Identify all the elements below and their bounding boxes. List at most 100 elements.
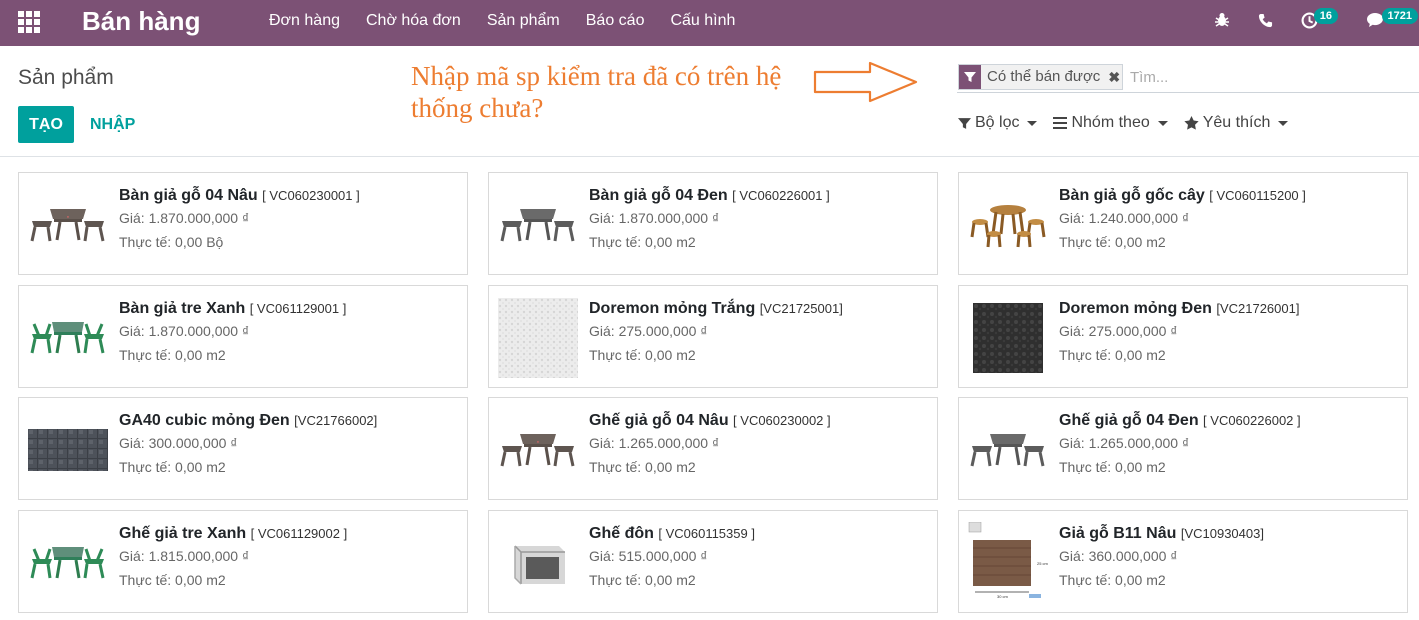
star-icon (1184, 116, 1199, 130)
product-name: Bàn giả gỗ gốc cây (1059, 187, 1205, 204)
top-navbar: Bán hàng Đơn hàng Chờ hóa đơn Sản phẩm B… (0, 0, 1419, 46)
product-name: Giả gỗ B11 Nâu (1059, 525, 1177, 542)
product-qty: Thực tế: 0,00 m2 (1059, 234, 1166, 250)
product-qty: Thực tế: 0,00 m2 (1059, 459, 1166, 475)
messages-badge: 1721 (1381, 8, 1418, 24)
product-title: Ghế giả tre Xanh [ VC061129002 ] (119, 525, 347, 543)
apps-menu-icon[interactable] (18, 11, 40, 33)
product-code: [VC21726001] (1216, 301, 1300, 316)
product-qty: Thực tế: 0,00 m2 (119, 347, 226, 363)
product-name: Doremon mỏng Đen (1059, 300, 1212, 317)
menu-item-products[interactable]: Sản phẩm (474, 0, 573, 46)
product-price: Giá: 1.815.000,000 ₫ (119, 548, 250, 564)
search-facet: Có thể bán được ✖ (958, 64, 1124, 90)
product-card[interactable]: Ghế đôn [ VC060115359 ] Giá: 515.000,000 … (488, 510, 938, 613)
remove-facet-icon[interactable]: ✖ (1106, 65, 1122, 89)
product-image: ● (497, 410, 579, 490)
product-card[interactable]: Bàn giả tre Xanh [ VC061129001 ] Giá: 1.8… (18, 285, 468, 388)
product-card[interactable]: GA40 cubic mỏng Đen [VC21766002] Giá: 300… (18, 397, 468, 500)
menu-item-to-invoice[interactable]: Chờ hóa đơn (353, 0, 474, 46)
product-name: Ghế đôn (589, 525, 654, 542)
menu-item-orders[interactable]: Đơn hàng (256, 0, 353, 46)
product-price: Giá: 1.265.000,000 ₫ (589, 435, 720, 451)
product-card[interactable]: Doremon mỏng Đen [VC21726001] Giá: 275.00… (958, 285, 1408, 388)
phone-icon[interactable] (1255, 10, 1275, 30)
product-code: [ VC060115200 ] (1209, 188, 1306, 203)
product-qty: Thực tế: 0,00 Bộ (119, 234, 224, 250)
product-title: Doremon mỏng Trắng [VC21725001] (589, 300, 843, 318)
product-name: Bàn giả gỗ 04 Nâu (119, 187, 258, 204)
product-title: Ghế giả gỗ 04 Đen [ VC060226002 ] (1059, 412, 1301, 430)
product-qty: Thực tế: 0,00 m2 (119, 459, 226, 475)
filters-label: Bộ lọc (975, 114, 1020, 131)
product-code: [VC21725001] (759, 301, 843, 316)
product-qty: Thực tế: 0,00 m2 (1059, 347, 1166, 363)
product-name: GA40 cubic mỏng Đen (119, 412, 290, 429)
product-name: Ghế giả gỗ 04 Nâu (589, 412, 729, 429)
product-name: Ghế giả tre Xanh (119, 525, 247, 542)
search-bar: Có thể bán được ✖ (957, 61, 1419, 93)
create-button[interactable]: TẠO (18, 106, 74, 143)
product-card[interactable]: Bàn giả gỗ 04 Đen [ VC060226001 ] Giá: 1.… (488, 172, 938, 275)
main-menu: Đơn hàng Chờ hóa đơn Sản phẩm Báo cáo Cấ… (256, 0, 748, 46)
product-qty: Thực tế: 0,00 m2 (589, 459, 696, 475)
product-qty: Thực tế: 0,00 m2 (589, 347, 696, 363)
product-title: Bàn giả gỗ 04 Nâu [ VC060230001 ] (119, 187, 360, 205)
product-card[interactable]: Bàn giả gỗ gốc cây [ VC060115200 ] Giá: 1… (958, 172, 1408, 275)
app-title[interactable]: Bán hàng (82, 6, 200, 37)
group-by-label: Nhóm theo (1071, 114, 1150, 131)
product-title: Bàn giả gỗ 04 Đen [ VC060226001 ] (589, 187, 830, 205)
favorites-label: Yêu thích (1202, 114, 1271, 131)
caret-down-icon (1278, 120, 1289, 126)
product-code: [ VC060230001 ] (262, 188, 360, 203)
search-input[interactable] (1130, 65, 1415, 89)
import-button[interactable]: NHẬP (90, 106, 135, 143)
product-image (967, 410, 1049, 490)
product-name: Bàn giả gỗ 04 Đen (589, 187, 728, 204)
product-image: ● (27, 185, 109, 265)
product-image (27, 410, 109, 490)
favorites-dropdown[interactable]: Yêu thích (1184, 114, 1289, 132)
product-price: Giá: 1.265.000,000 ₫ (1059, 435, 1190, 451)
group-by-dropdown[interactable]: Nhóm theo (1053, 114, 1168, 132)
product-code: [VC21766002] (294, 413, 378, 428)
product-title: GA40 cubic mỏng Đen [VC21766002] (119, 412, 377, 430)
product-image (497, 298, 579, 378)
breadcrumb: Sản phẩm (18, 66, 114, 89)
product-price: Giá: 515.000,000 ₫ (589, 548, 708, 564)
filter-icon (959, 65, 981, 89)
product-card[interactable]: Doremon mỏng Trắng [VC21725001] Giá: 275.… (488, 285, 938, 388)
product-price: Giá: 1.240.000,000 ₫ (1059, 210, 1190, 226)
product-card[interactable]: Ghế giả gỗ 04 Đen [ VC060226002 ] Giá: 1.… (958, 397, 1408, 500)
product-qty: Thực tế: 0,00 m2 (1059, 572, 1166, 588)
product-title: Ghế đôn [ VC060115359 ] (589, 525, 755, 543)
product-title: Bàn giả tre Xanh [ VC061129001 ] (119, 300, 346, 318)
product-price: Giá: 1.870.000,000 ₫ (589, 210, 720, 226)
facet-label: Có thể bán được (987, 68, 1101, 85)
product-code: [ VC060226002 ] (1203, 413, 1301, 428)
product-code: [ VC060115359 ] (658, 526, 755, 541)
product-image: 25 cm 30 cm (967, 522, 1049, 603)
product-qty: Thực tế: 0,00 m2 (589, 234, 696, 250)
svg-text:30 cm: 30 cm (997, 594, 1009, 599)
product-image (27, 523, 109, 603)
product-card[interactable]: Ghế giả tre Xanh [ VC061129002 ] Giá: 1.8… (18, 510, 468, 613)
menu-item-reporting[interactable]: Báo cáo (573, 0, 658, 46)
menu-item-configuration[interactable]: Cấu hình (657, 0, 748, 46)
annotation-note: Nhập mã sp kiểm tra đã có trên hệ thống … (411, 61, 782, 123)
bug-icon[interactable] (1212, 10, 1232, 30)
product-price: Giá: 1.870.000,000 ₫ (119, 323, 250, 339)
search-options: Bộ lọc Nhóm theo Yêu thích (958, 114, 1304, 132)
product-code: [ VC060226001 ] (732, 188, 830, 203)
product-qty: Thực tế: 0,00 m2 (119, 572, 226, 588)
filters-dropdown[interactable]: Bộ lọc (958, 114, 1038, 132)
product-card[interactable]: 25 cm 30 cm Giả gỗ B11 Nâu [VC10930403] Gi… (958, 510, 1408, 613)
product-name: Ghế giả gỗ 04 Đen (1059, 412, 1199, 429)
product-card[interactable]: ● Ghế giả gỗ 04 Nâu [ VC060230002 ] Giá: … (488, 397, 938, 500)
bars-icon (1053, 117, 1068, 129)
product-title: Doremon mỏng Đen [VC21726001] (1059, 300, 1299, 318)
product-image (967, 298, 1049, 378)
product-qty: Thực tế: 0,00 m2 (589, 572, 696, 588)
product-card[interactable]: ● Bàn giả gỗ 04 Nâu [ VC060230001 ] Giá: … (18, 172, 468, 275)
product-title: Ghế giả gỗ 04 Nâu [ VC060230002 ] (589, 412, 831, 430)
